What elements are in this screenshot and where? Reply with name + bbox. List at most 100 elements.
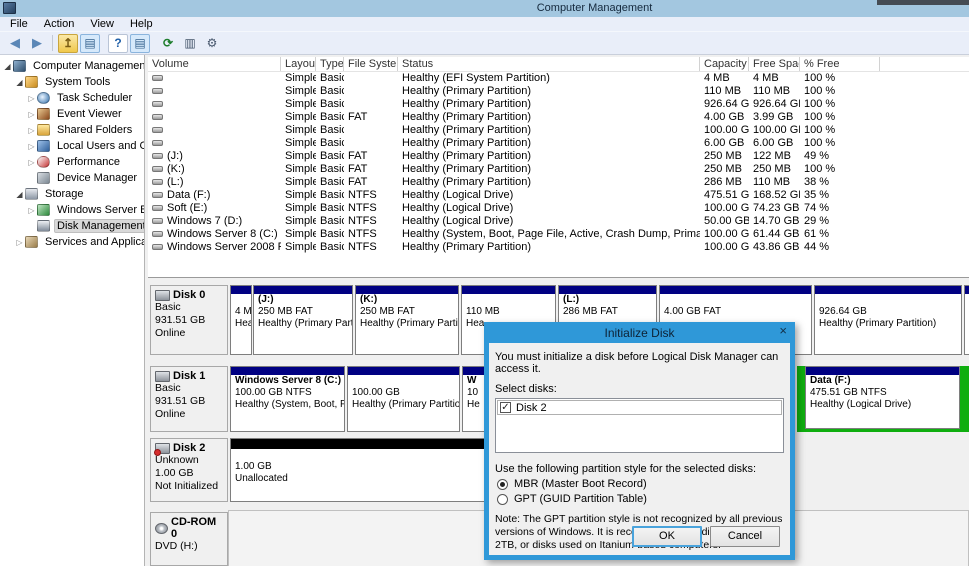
column-header--free[interactable]: % Free: [800, 57, 880, 71]
mbr-radio-row[interactable]: MBR (Master Boot Record): [497, 478, 784, 490]
manage-gear-icon[interactable]: ⚙: [202, 34, 222, 53]
column-header-capacity[interactable]: Capacity: [700, 57, 749, 71]
partition-block[interactable]: Data (F:)475.51 GB NTFSHealthy (Logical …: [805, 366, 960, 429]
refresh-icon[interactable]: ⟳: [158, 34, 178, 53]
disk-info-line: Unknown: [155, 454, 223, 467]
menu-file[interactable]: File: [2, 18, 36, 30]
table-row[interactable]: SimpleBasicHealthy (Primary Partition)10…: [148, 124, 969, 137]
menu-help[interactable]: Help: [122, 18, 161, 30]
disk-info-line: Basic: [155, 301, 223, 314]
table-row[interactable]: SimpleBasicFATHealthy (Primary Partition…: [148, 111, 969, 124]
table-row[interactable]: Windows 7 (D:)SimpleBasicNTFSHealthy (Lo…: [148, 215, 969, 228]
disk-label-cd-rom-0[interactable]: CD-ROM 0DVD (H:) No Media: [150, 512, 228, 566]
sidebar-item-event-viewer[interactable]: ▷Event Viewer: [0, 106, 144, 122]
gpt-radio[interactable]: [497, 494, 508, 505]
table-row[interactable]: SimpleBasicHealthy (EFI System Partition…: [148, 72, 969, 85]
disk-label-disk-1[interactable]: Disk 1Basic931.51 GBOnline: [150, 366, 228, 432]
export-list-icon[interactable]: ▥: [180, 34, 200, 53]
table-row[interactable]: Windows Server 2008 R2 (G:)SimpleBasicNT…: [148, 241, 969, 254]
table-row[interactable]: Windows Server 8 (C:)SimpleBasicNTFSHeal…: [148, 228, 969, 241]
column-header-type[interactable]: Type: [316, 57, 344, 71]
disk-label-disk-2[interactable]: Disk 2Unknown1.00 GBNot Initialized: [150, 438, 228, 502]
collapsed-icon[interactable]: ▷: [26, 142, 37, 151]
cancel-button[interactable]: Cancel: [710, 526, 780, 547]
partition-block[interactable]: (K:)250 MB FATHealthy (Primary Partit: [355, 285, 459, 355]
column-header-volume[interactable]: Volume: [148, 57, 281, 71]
column-header-free-space[interactable]: Free Space: [749, 57, 800, 71]
disk-listbox[interactable]: ✓ Disk 2: [495, 398, 784, 453]
cell-status: Healthy (Primary Partition): [398, 98, 700, 111]
partition-block[interactable]: (J:)250 MB FATHealthy (Primary Partit: [253, 285, 353, 355]
collapsed-icon[interactable]: ▷: [26, 126, 37, 135]
back-icon[interactable]: ◀: [5, 34, 25, 53]
sidebar-item-disk-management[interactable]: Disk Management: [0, 218, 144, 234]
partition-block[interactable]: [964, 285, 969, 355]
table-row[interactable]: (J:)SimpleBasicFATHealthy (Primary Parti…: [148, 150, 969, 163]
cell-free: 3.99 GB: [749, 111, 800, 124]
cell-layout: Simple: [281, 150, 316, 163]
cell-pct: 100 %: [800, 98, 880, 111]
action-pane-toggle-icon[interactable]: ▤: [130, 34, 150, 53]
cell-type: Basic: [316, 150, 344, 163]
column-header-layout[interactable]: Layout: [281, 57, 316, 71]
services-icon: [25, 236, 38, 248]
table-row[interactable]: SimpleBasicHealthy (Primary Partition)92…: [148, 98, 969, 111]
close-icon[interactable]: ×: [779, 323, 787, 338]
collapsed-icon[interactable]: ▷: [26, 206, 37, 215]
expanded-icon[interactable]: ◢: [2, 62, 13, 71]
partition-block[interactable]: 100.00 GBHealthy (Primary Partition): [347, 366, 460, 432]
cell-capacity: 4 MB: [700, 72, 749, 85]
cell-free: 926.64 GB: [749, 98, 800, 111]
up-level-folder-icon[interactable]: ↥: [58, 34, 78, 53]
pane-splitter[interactable]: [148, 277, 969, 283]
column-header-status[interactable]: Status: [398, 57, 700, 71]
column-header-file-system[interactable]: File System: [344, 57, 398, 71]
sidebar-item-computer-management-local[interactable]: ◢ Computer Management (Local: [0, 58, 144, 74]
menu-action[interactable]: Action: [36, 18, 83, 30]
sidebar-item-local-users-and-groups[interactable]: ▷Local Users and Groups: [0, 138, 144, 154]
sidebar-item-storage[interactable]: ◢Storage: [0, 186, 144, 202]
gpt-radio-row[interactable]: GPT (GUID Partition Table): [497, 493, 784, 505]
table-row[interactable]: Soft (E:)SimpleBasicNTFSHealthy (Logical…: [148, 202, 969, 215]
cell-volume: [148, 85, 281, 98]
table-row[interactable]: Data (F:)SimpleBasicNTFSHealthy (Logical…: [148, 189, 969, 202]
disk-info-line: 931.51 GB: [155, 314, 223, 327]
collapsed-icon[interactable]: ▷: [14, 238, 25, 247]
sidebar-item-services-and-applications[interactable]: ▷Services and Applications: [0, 234, 144, 250]
partition-text: (J:)250 MB FATHealthy (Primary Partit: [254, 294, 352, 330]
expanded-icon[interactable]: ◢: [14, 190, 25, 199]
table-row[interactable]: SimpleBasicHealthy (Primary Partition)6.…: [148, 137, 969, 150]
forward-icon[interactable]: ▶: [27, 34, 47, 53]
console-tree-toggle-icon[interactable]: ▤: [80, 34, 100, 53]
mbr-radio[interactable]: [497, 479, 508, 490]
cell-capacity: 4.00 GB: [700, 111, 749, 124]
sidebar-item-windows-server-backup[interactable]: ▷Windows Server Backup: [0, 202, 144, 218]
sidebar-item-performance[interactable]: ▷Performance: [0, 154, 144, 170]
partition-block[interactable]: Windows Server 8 (C:)100.00 GB NTFSHealt…: [230, 366, 345, 432]
partition-line: (K:): [356, 294, 458, 306]
sidebar-item-device-manager[interactable]: Device Manager: [0, 170, 144, 186]
table-row[interactable]: (L:)SimpleBasicFATHealthy (Primary Parti…: [148, 176, 969, 189]
help-icon[interactable]: ?: [108, 34, 128, 53]
disk2-checkbox[interactable]: ✓: [500, 402, 511, 413]
sidebar-item-task-scheduler[interactable]: ▷Task Scheduler: [0, 90, 144, 106]
cell-volume: Data (F:): [148, 189, 281, 202]
partition-block[interactable]: 926.64 GBHealthy (Primary Partition): [814, 285, 962, 355]
partition-text: 926.64 GBHealthy (Primary Partition): [815, 294, 961, 330]
table-row[interactable]: (K:)SimpleBasicFATHealthy (Primary Parti…: [148, 163, 969, 176]
disk-list-item[interactable]: ✓ Disk 2: [497, 400, 782, 415]
sidebar-item-shared-folders[interactable]: ▷Shared Folders: [0, 122, 144, 138]
collapsed-icon[interactable]: ▷: [26, 158, 37, 167]
volume-icon: [152, 179, 163, 185]
collapsed-icon[interactable]: ▷: [26, 94, 37, 103]
tree-item-label: Computer Management (Local: [30, 59, 145, 73]
menu-view[interactable]: View: [82, 18, 122, 30]
partition-block[interactable]: 4 MHea: [230, 285, 252, 355]
disk-info-line: [155, 553, 223, 566]
disk-label-disk-0[interactable]: Disk 0Basic931.51 GBOnline: [150, 285, 228, 355]
expanded-icon[interactable]: ◢: [14, 78, 25, 87]
ok-button[interactable]: OK: [632, 526, 702, 547]
collapsed-icon[interactable]: ▷: [26, 110, 37, 119]
sidebar-item-system-tools[interactable]: ◢System Tools: [0, 74, 144, 90]
table-row[interactable]: SimpleBasicHealthy (Primary Partition)11…: [148, 85, 969, 98]
